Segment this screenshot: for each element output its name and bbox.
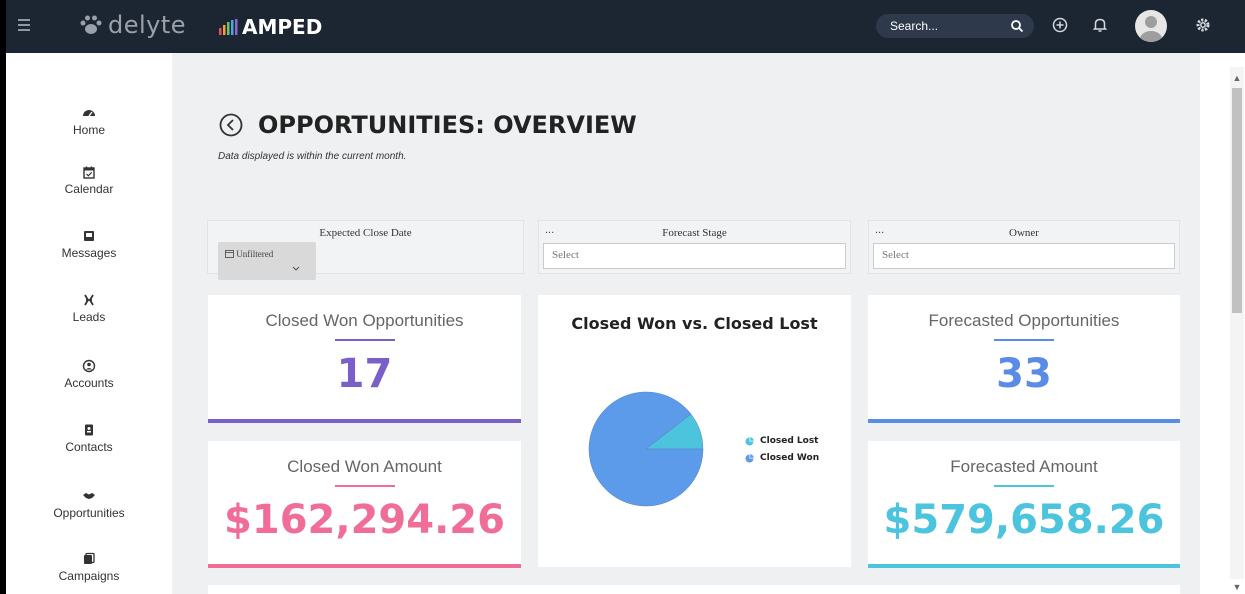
paw-icon	[80, 15, 102, 34]
brand-name: delyte	[108, 11, 187, 39]
hamburger-menu-icon[interactable]	[18, 19, 30, 31]
gear-icon[interactable]	[1192, 14, 1214, 36]
filter-label: Expected Close Date	[319, 227, 412, 239]
filter-owner: ... Owner Select	[868, 220, 1180, 274]
card-title: Closed Won Opportunities	[265, 311, 464, 330]
date-range-button[interactable]: Unfiltered	[218, 242, 316, 280]
card-accent-bar	[868, 419, 1180, 423]
chevron-down-icon	[292, 266, 300, 271]
card-accent-bar	[868, 564, 1180, 568]
sidebar-item-label: Opportunities	[53, 506, 125, 520]
card-accent-bar	[208, 564, 521, 568]
dashboard-icon	[83, 110, 95, 117]
forecast-stage-select[interactable]: Select	[543, 243, 846, 269]
bell-icon[interactable]	[1089, 14, 1111, 36]
filter-label: Owner	[1009, 227, 1039, 239]
handshake-icon	[83, 493, 95, 499]
sidebar-item-label: Accounts	[64, 376, 114, 390]
sidebar-item-label: Leads	[72, 310, 106, 324]
search-icon[interactable]	[1010, 19, 1024, 33]
owner-select[interactable]: Select	[873, 243, 1175, 269]
card-title: Closed Won Amount	[287, 457, 442, 476]
card-underline	[334, 485, 395, 487]
card-title: Forecasted Amount	[950, 457, 1098, 476]
filter-label: Forecast Stage	[662, 227, 727, 239]
card-underline	[994, 339, 1054, 341]
legend-label: Closed Won	[760, 453, 820, 463]
search-box[interactable]	[876, 14, 1034, 38]
sidebar-item-messages[interactable]: Messages	[6, 229, 172, 260]
pie-chart[interactable]	[586, 389, 706, 509]
sidebar-item-label: Calendar	[64, 182, 114, 196]
sidebar-item-label: Home	[72, 123, 105, 137]
campaign-icon	[84, 552, 95, 564]
legend-item-closed-lost[interactable]: Closed Lost	[745, 436, 819, 446]
card-underline	[994, 485, 1054, 487]
card-value: 17	[336, 351, 393, 397]
sidebar-navigation: Home Calendar Messages Leads Accounts Co…	[0, 53, 172, 594]
page-header: OPPORTUNITIES: OVERVIEW	[218, 111, 637, 139]
kpi-card-closed-won-opportunities: Closed Won Opportunities 17	[208, 295, 521, 423]
sidebar-item-label: Contacts	[65, 440, 113, 454]
page-title: OPPORTUNITIES: OVERVIEW	[258, 111, 637, 139]
card-value: $579,658.26	[883, 497, 1165, 543]
scroll-up-arrow-icon[interactable]: ▲	[1232, 73, 1242, 83]
pie-slice-closed-won[interactable]	[588, 391, 704, 507]
sidebar-item-accounts[interactable]: Accounts	[6, 359, 172, 390]
sidebar-item-label: Campaigns	[58, 569, 120, 583]
brand-logo[interactable]: delyte	[78, 11, 186, 39]
sidebar-item-leads[interactable]: Leads	[6, 293, 172, 324]
app-logo[interactable]: AMPED	[218, 15, 322, 39]
card-title: Forecasted Opportunities	[928, 311, 1120, 330]
sidebar-item-home[interactable]: Home	[6, 106, 172, 137]
legend-label: Closed Lost	[760, 436, 819, 446]
search-input[interactable]	[890, 17, 1000, 35]
sidebar-item-calendar[interactable]: Calendar	[6, 165, 172, 196]
user-silhouette-icon	[1140, 16, 1162, 42]
card-underline	[334, 339, 395, 341]
back-arrow-icon[interactable]	[218, 112, 244, 138]
add-circle-icon[interactable]	[1049, 14, 1071, 36]
inbox-icon	[84, 231, 94, 241]
sidebar-item-opportunities[interactable]: Opportunities	[6, 489, 172, 520]
app-name: AMPED	[242, 15, 323, 39]
bottom-panel	[208, 585, 1180, 594]
calendar-icon	[225, 250, 234, 258]
main-content: OPPORTUNITIES: OVERVIEW Data displayed i…	[172, 53, 1200, 594]
top-navigation-bar: delyte AMPED	[0, 0, 1245, 53]
filter-forecast-stage: ... Forecast Stage Select	[538, 220, 851, 274]
date-filter-value: Unfiltered	[236, 249, 274, 259]
sidebar-item-label: Messages	[61, 246, 117, 260]
scrollbar-area: ▲ ▼	[1200, 53, 1245, 594]
account-icon	[82, 359, 96, 373]
kpi-card-forecasted-amount: Forecasted Amount $579,658.26	[868, 441, 1180, 568]
pie-chart-card: Closed Won vs. Closed Lost Closed Lost C…	[538, 295, 851, 567]
sidebar-item-campaigns[interactable]: Campaigns	[6, 552, 172, 583]
scrollbar-thumb[interactable]	[1232, 88, 1242, 313]
filter-expected-close-date: Expected Close Date Unfiltered	[207, 220, 524, 280]
calendar-icon	[83, 166, 95, 179]
pie-legend-icon	[745, 436, 754, 445]
kpi-card-closed-won-amount: Closed Won Amount $162,294.26	[208, 441, 521, 568]
user-avatar[interactable]	[1135, 10, 1167, 42]
card-value: 33	[996, 351, 1052, 397]
sidebar-item-contacts[interactable]: Contacts	[6, 423, 172, 454]
chart-title: Closed Won vs. Closed Lost	[571, 314, 818, 333]
page-subtitle: Data displayed is within the current mon…	[218, 151, 407, 162]
pie-legend-icon	[745, 453, 754, 462]
card-accent-bar	[208, 419, 521, 423]
legend-item-closed-won[interactable]: Closed Won	[745, 453, 819, 463]
scroll-down-arrow-icon[interactable]: ▼	[1232, 582, 1242, 592]
card-value: $162,294.26	[224, 497, 505, 543]
contact-book-icon	[85, 424, 93, 436]
leads-icon	[84, 294, 94, 306]
kpi-card-forecasted-opportunities: Forecasted Opportunities 33	[868, 295, 1180, 423]
bars-logo-icon	[219, 19, 238, 35]
